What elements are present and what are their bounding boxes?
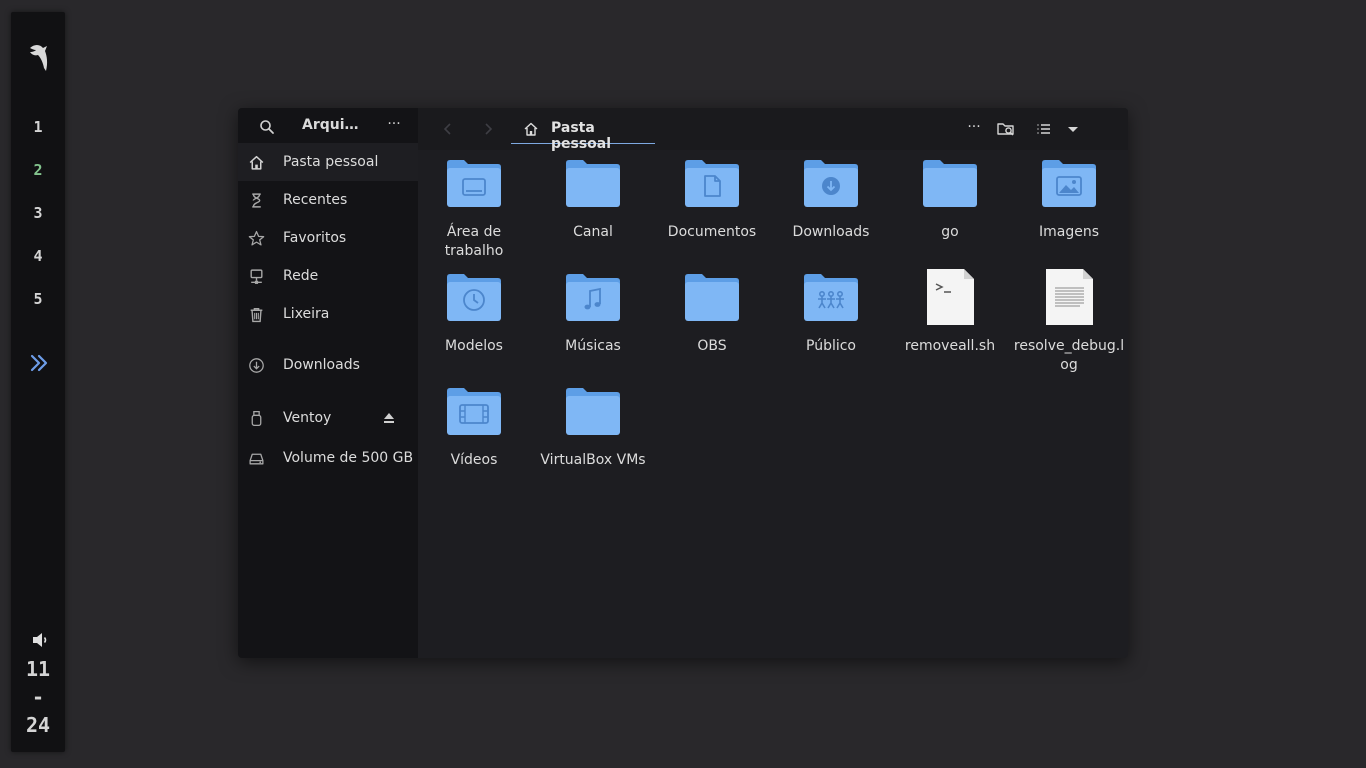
file-name: Canal — [573, 224, 613, 240]
folder-music-icon — [566, 274, 620, 321]
workspace-5[interactable]: 5 — [11, 290, 65, 308]
file-name: resolve_debug.log — [1013, 338, 1125, 373]
sidebar-item-trash[interactable]: Lixeira — [238, 295, 418, 333]
folder-templates-icon — [447, 274, 501, 321]
download-icon — [249, 358, 264, 373]
file-item[interactable]: Vídeos — [416, 383, 532, 470]
workspace-2[interactable]: 2 — [11, 161, 65, 179]
file-name: Modelos — [445, 338, 503, 354]
volume-icon[interactable] — [30, 630, 50, 650]
shell-script-icon — [927, 269, 974, 325]
file-item[interactable]: Músicas — [535, 269, 651, 356]
file-item[interactable]: OBS — [654, 269, 770, 356]
eject-icon[interactable] — [382, 411, 396, 425]
folder-videos-icon — [447, 388, 501, 435]
sidebar-item-label: Recentes — [283, 192, 348, 208]
folder-icon — [566, 160, 620, 207]
workspace-3[interactable]: 3 — [11, 204, 65, 222]
sidebar-item-label: Favoritos — [283, 230, 347, 246]
folder-download-icon — [804, 160, 858, 207]
sidebar-item-label: Volume de 500 GB — [283, 450, 414, 466]
search-folder-icon[interactable] — [996, 119, 1016, 139]
network-icon — [250, 269, 263, 284]
back-icon[interactable] — [439, 120, 457, 138]
list-view-icon[interactable] — [1034, 119, 1054, 139]
distro-logo-icon[interactable] — [26, 42, 52, 74]
file-name: Público — [806, 338, 856, 354]
file-name: go — [941, 224, 959, 240]
main-menu-button[interactable]: ··· — [382, 116, 406, 136]
file-name: OBS — [697, 338, 727, 354]
sidebar-item-label: Downloads — [283, 357, 360, 373]
file-manager-window: Arqui… ··· Pasta pessoal Recentes Favori… — [238, 108, 1128, 658]
home-icon — [249, 155, 264, 170]
clock-separator: - — [31, 685, 45, 709]
workspace-4[interactable]: 4 — [11, 247, 65, 265]
location-label: Pasta pessoal — [551, 120, 612, 152]
file-item[interactable]: go — [892, 155, 1008, 242]
folder-pictures-icon — [1042, 160, 1096, 207]
sidebar-item-starred[interactable]: Favoritos — [238, 219, 418, 257]
workspace-1[interactable]: 1 — [11, 118, 65, 136]
file-name: Downloads — [792, 224, 870, 240]
file-item[interactable]: Público — [773, 269, 889, 356]
folder-public-icon — [804, 274, 858, 321]
sidebar: Arqui… ··· Pasta pessoal Recentes Favori… — [238, 108, 418, 658]
header-bar: Pasta pessoal ··· — [418, 108, 1128, 152]
sidebar-item-label: Lixeira — [283, 306, 330, 322]
folder-icon — [685, 274, 739, 321]
file-name: Documentos — [667, 224, 757, 240]
file-name: removeall.sh — [904, 338, 996, 354]
sidebar-item-downloads[interactable]: Downloads — [238, 346, 418, 384]
sidebar-item-label: Pasta pessoal — [283, 154, 379, 170]
folder-desktop-icon — [447, 160, 501, 207]
file-name: Imagens — [1038, 224, 1099, 240]
file-name: Área de trabalho — [444, 224, 504, 259]
file-item[interactable]: Modelos — [416, 269, 532, 356]
file-item[interactable]: removeall.sh — [892, 269, 1008, 356]
folder-documents-icon — [685, 160, 739, 207]
trash-icon — [250, 307, 263, 323]
folder-icon — [566, 388, 620, 435]
chevron-down-icon[interactable] — [1063, 119, 1083, 139]
file-item[interactable]: resolve_debug.log — [1011, 269, 1127, 375]
clock-hour: 11 — [25, 657, 51, 681]
file-name: Músicas — [565, 338, 621, 354]
file-item[interactable]: Canal — [535, 155, 651, 242]
side-panel: 1 2 3 4 5 11 - 24 — [11, 12, 65, 752]
search-icon[interactable] — [259, 119, 275, 135]
sidebar-item-recent[interactable]: Recentes — [238, 181, 418, 219]
sidebar-header: Arqui… ··· — [238, 108, 418, 146]
folder-menu-button[interactable]: ··· — [964, 119, 984, 139]
file-item[interactable]: Imagens — [1011, 155, 1127, 242]
file-name: Vídeos — [450, 452, 498, 468]
clock-minute: 24 — [25, 713, 51, 737]
file-item[interactable]: Downloads — [773, 155, 889, 242]
sidebar-item-volume-500gb[interactable]: Volume de 500 GB — [238, 439, 418, 477]
sidebar-item-network[interactable]: Rede — [238, 257, 418, 295]
sidebar-item-ventoy[interactable]: Ventoy — [238, 399, 418, 437]
usb-drive-icon — [251, 410, 262, 427]
sidebar-item-home[interactable]: Pasta pessoal — [238, 143, 418, 181]
sidebar-item-label: Ventoy — [283, 410, 332, 426]
folder-icon — [923, 160, 977, 207]
file-item[interactable]: Área de trabalho — [416, 155, 532, 261]
home-icon — [524, 122, 538, 136]
file-item[interactable]: Documentos — [654, 155, 770, 242]
disk-icon — [249, 453, 264, 465]
breadcrumb[interactable]: Pasta pessoal — [511, 116, 655, 152]
app-title: Arqui… — [302, 117, 359, 133]
text-file-icon — [1046, 269, 1093, 325]
file-item[interactable]: VirtualBox VMs — [535, 383, 651, 470]
hourglass-icon — [252, 193, 261, 208]
forward-icon[interactable] — [479, 120, 497, 138]
sidebar-item-label: Rede — [283, 268, 319, 284]
double-chevron-right-icon[interactable] — [28, 352, 50, 374]
file-name: VirtualBox VMs — [540, 452, 646, 468]
star-icon — [248, 230, 265, 246]
